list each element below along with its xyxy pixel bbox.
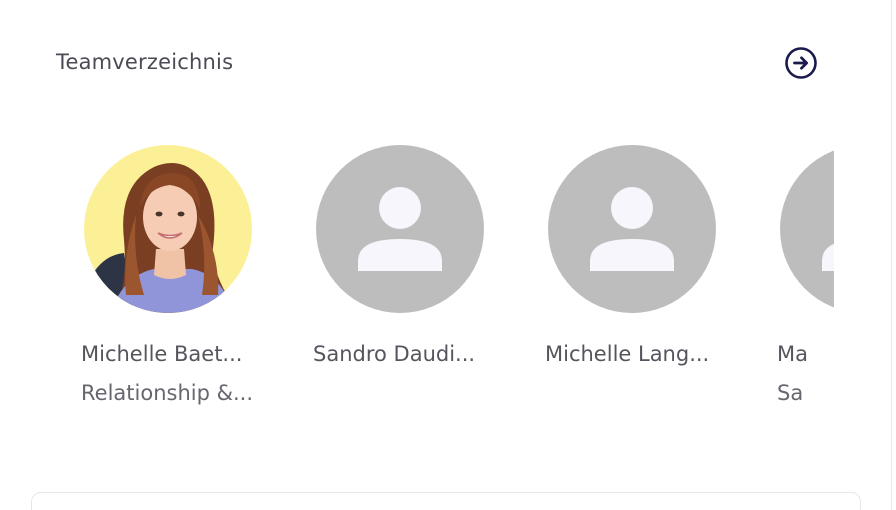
team-directory-page: Teamverzeichnis Michelle Baet... Relatio… [0, 0, 896, 510]
member-role: Relationship &... [81, 381, 253, 405]
avatar [84, 145, 252, 313]
arrow-right-circle-icon[interactable] [784, 46, 818, 80]
avatar [548, 145, 716, 313]
person-placeholder-icon [548, 145, 716, 313]
member-name: Michelle Lang... [545, 342, 710, 366]
section-title: Teamverzeichnis [56, 50, 234, 74]
team-carousel: Michelle Baet... Relationship &... Sandr… [56, 130, 834, 430]
member-role: Sa [777, 381, 804, 405]
member-name: Sandro Daudi... [313, 342, 476, 366]
person-placeholder-icon [316, 145, 484, 313]
member-name: Michelle Baet... [81, 342, 243, 366]
right-divider [891, 0, 892, 510]
member-name: Ma [777, 342, 808, 366]
next-section-card [31, 492, 861, 510]
avatar [780, 145, 834, 313]
avatar [316, 145, 484, 313]
person-placeholder-icon [780, 145, 834, 313]
